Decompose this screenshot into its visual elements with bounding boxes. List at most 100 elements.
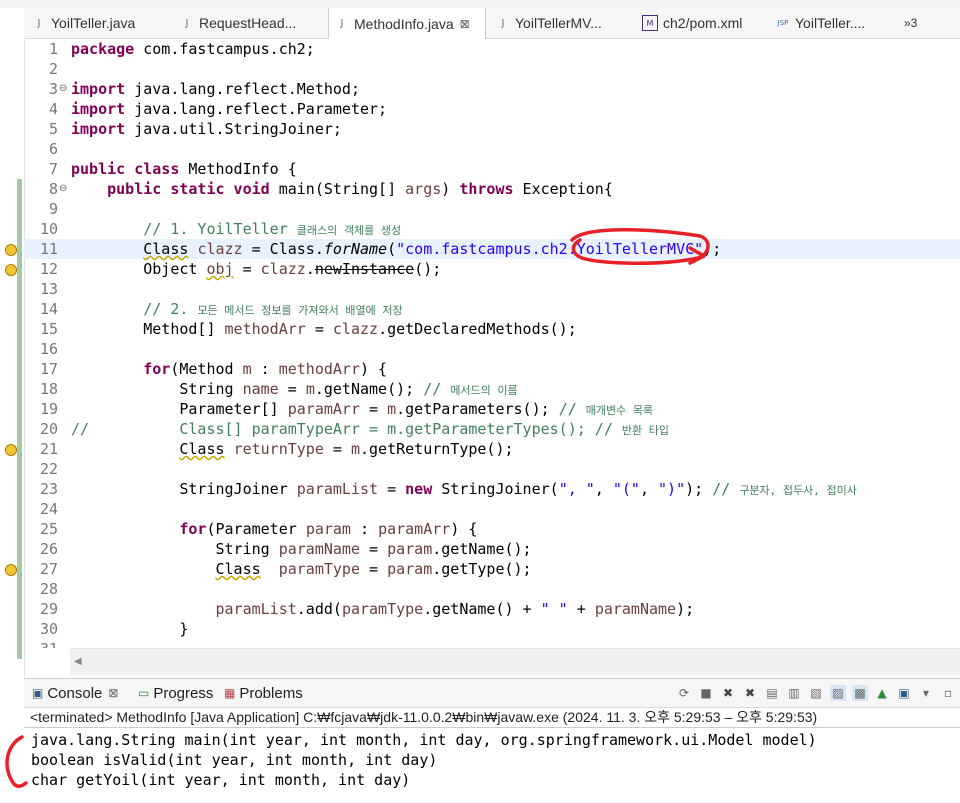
line-number: 8 bbox=[48, 180, 58, 198]
code-line[interactable]: 14 // 2. 모든 메서드 정보를 가져와서 배열에 저장 bbox=[24, 299, 960, 319]
code-line[interactable]: 7 public class MethodInfo { bbox=[24, 159, 960, 179]
code-line[interactable]: 15 Method[] methodArr = clazz.getDeclare… bbox=[24, 319, 960, 339]
line-number: 18 bbox=[39, 380, 58, 398]
scroll-lock-icon[interactable]: ▥ bbox=[786, 685, 802, 701]
code-text: // 1. YoilTeller 클래스의 객체를 생성 bbox=[143, 220, 402, 238]
code-text: Class clazz = Class.forName("com.fastcam… bbox=[143, 240, 722, 258]
code-line[interactable]: 25 for(Parameter param : paramArr) { bbox=[24, 519, 960, 539]
line-number: 11 bbox=[39, 240, 58, 258]
code-line[interactable]: 16 bbox=[24, 339, 960, 359]
line-number: 3 bbox=[48, 80, 58, 98]
code-editor[interactable]: 1 package com.fastcampus.ch2; 2 3 ⊖ import ja… bbox=[24, 38, 960, 648]
console-line: java.lang.String main(int year, int mont… bbox=[31, 731, 817, 749]
code-line[interactable]: 3 ⊖ import java.lang.reflect.Method; bbox=[24, 79, 960, 99]
tab-label: MethodInfo.java bbox=[354, 15, 454, 32]
tab-progress[interactable]: ▭ Progress bbox=[138, 682, 213, 704]
sync-icon[interactable]: ⟳ bbox=[676, 685, 692, 701]
code-line[interactable]: 20 // Class[] paramTypeArr = m.getParamet… bbox=[24, 419, 960, 439]
tab-overflow-label: »3 bbox=[904, 16, 918, 30]
show-on-stderr-icon[interactable]: ▩ bbox=[852, 685, 868, 701]
console-output[interactable]: java.lang.String main(int year, int mont… bbox=[24, 727, 960, 803]
code-line[interactable]: 11 Class clazz = Class.forName("com.fast… bbox=[24, 239, 960, 259]
code-text: String paramName = param.getName(); bbox=[71, 540, 532, 558]
problems-icon: ▦ bbox=[224, 686, 236, 700]
terminate-icon[interactable]: ■ bbox=[698, 685, 714, 701]
code-line[interactable]: 26 String paramName = param.getName(); bbox=[24, 539, 960, 559]
line-number: 10 bbox=[39, 220, 58, 238]
tab-console[interactable]: ▣ Console ⊠ bbox=[32, 682, 118, 704]
code-line[interactable]: 10 // 1. YoilTeller 클래스의 객체를 생성 bbox=[24, 219, 960, 239]
word-wrap-icon[interactable]: ▧ bbox=[808, 685, 824, 701]
jsp-file-icon: JSP bbox=[777, 19, 789, 27]
fold-toggle-icon[interactable]: ⊖ bbox=[59, 79, 67, 99]
tab-overflow-button[interactable]: »3 bbox=[904, 8, 934, 38]
code-line[interactable]: 13 bbox=[24, 279, 960, 299]
code-line[interactable]: 6 bbox=[24, 139, 960, 159]
code-text: Method[] methodArr = clazz.getDeclaredMe… bbox=[71, 320, 577, 338]
show-on-stdout-icon[interactable]: ▨ bbox=[830, 685, 846, 701]
code-line[interactable]: 12 Object obj = clazz.newInstance(); bbox=[24, 259, 960, 279]
code-line[interactable]: 5 import java.util.StringJoiner; bbox=[24, 119, 960, 139]
horizontal-scrollbar[interactable]: ◀ bbox=[70, 648, 960, 675]
code-text: import java.util.StringJoiner; bbox=[71, 120, 342, 138]
warning-icon[interactable] bbox=[5, 444, 17, 456]
line-number: 7 bbox=[48, 160, 58, 178]
java-file-icon: J bbox=[501, 17, 505, 29]
clear-console-icon[interactable]: ▤ bbox=[764, 685, 780, 701]
display-console-icon[interactable]: ▣ bbox=[896, 685, 912, 701]
code-line[interactable]: 27 Class paramType = param.getType(); bbox=[24, 559, 960, 579]
scroll-left-icon[interactable]: ◀ bbox=[74, 656, 82, 667]
tab-yoilteller-java[interactable]: J YoilTeller.java bbox=[26, 8, 166, 38]
code-line[interactable]: 30 } bbox=[24, 619, 960, 639]
new-console-icon[interactable]: ▫ bbox=[940, 685, 956, 701]
remove-launch-icon[interactable]: ✖ bbox=[720, 685, 736, 701]
console-line: boolean isValid(int year, int month, int… bbox=[31, 751, 438, 769]
code-line[interactable]: 1 package com.fastcampus.ch2; bbox=[24, 39, 960, 59]
tab-problems[interactable]: ▦ Problems bbox=[224, 682, 303, 704]
code-text: // Class[] paramTypeArr = m.getParameter… bbox=[71, 420, 669, 438]
code-line[interactable]: 29 paramList.add(paramType.getName() + "… bbox=[24, 599, 960, 619]
chevron-down-icon[interactable]: ▾ bbox=[918, 685, 934, 701]
code-line[interactable]: 24 bbox=[24, 499, 960, 519]
line-number: 17 bbox=[39, 360, 58, 378]
close-icon[interactable]: ⊠ bbox=[460, 17, 470, 31]
console-status: <terminated> MethodInfo [Java Applicatio… bbox=[30, 709, 818, 725]
code-text: Parameter[] paramArr = m.getParameters()… bbox=[71, 400, 654, 418]
code-text: paramList.add(paramType.getName() + " " … bbox=[215, 600, 695, 618]
warning-icon[interactable] bbox=[5, 244, 17, 256]
editor-tab-bar: J YoilTeller.java J RequestHead... J Met… bbox=[24, 8, 960, 39]
code-line[interactable]: 2 bbox=[24, 59, 960, 79]
warning-icon[interactable] bbox=[5, 564, 17, 576]
code-line[interactable]: 18 String name = m.getName(); // 메서드의 이름 bbox=[24, 379, 960, 399]
warning-icon[interactable] bbox=[5, 264, 17, 276]
code-line[interactable]: 31 bbox=[24, 639, 960, 648]
close-icon[interactable]: ⊠ bbox=[108, 686, 118, 700]
java-file-icon: J bbox=[340, 18, 344, 29]
line-number: 5 bbox=[48, 120, 58, 138]
code-line[interactable]: 4 import java.lang.reflect.Parameter; bbox=[24, 99, 960, 119]
tab-yoilteller-jsp[interactable]: JSP YoilTeller.... bbox=[770, 8, 900, 38]
tab-methodinfo-java[interactable]: J MethodInfo.java ⊠ bbox=[328, 8, 486, 39]
tab-label: YoilTeller.java bbox=[51, 15, 136, 31]
console-icon: ▣ bbox=[32, 686, 44, 700]
remove-all-icon[interactable]: ✖ bbox=[742, 685, 758, 701]
tab-requestheader[interactable]: J RequestHead... bbox=[174, 8, 324, 38]
tab-yoiltellermvc[interactable]: J YoilTellerMV... bbox=[490, 8, 630, 38]
code-line[interactable]: 8 ⊖ public static void main(String[] args… bbox=[24, 179, 960, 199]
tab-label: ch2/pom.xml bbox=[663, 15, 743, 31]
line-number: 20 bbox=[39, 420, 58, 438]
code-line[interactable]: 28 bbox=[24, 579, 960, 599]
code-line[interactable]: 19 Parameter[] paramArr = m.getParameter… bbox=[24, 399, 960, 419]
code-text: String name = m.getName(); // 메서드의 이름 bbox=[71, 380, 518, 398]
fold-toggle-icon[interactable]: ⊖ bbox=[59, 179, 67, 199]
line-number: 14 bbox=[39, 300, 58, 318]
line-number: 30 bbox=[39, 620, 58, 638]
code-line[interactable]: 21 Class returnType = m.getReturnType(); bbox=[24, 439, 960, 459]
tab-pom-xml[interactable]: M ch2/pom.xml bbox=[636, 8, 766, 38]
code-line[interactable]: 9 bbox=[24, 199, 960, 219]
code-line[interactable]: 23 StringJoiner paramList = new StringJo… bbox=[24, 479, 960, 499]
code-text: for(Parameter param : paramArr) { bbox=[179, 520, 478, 538]
pin-console-icon[interactable]: ▲ bbox=[874, 685, 890, 701]
code-line[interactable]: 17 for(Method m : methodArr) { bbox=[24, 359, 960, 379]
code-line[interactable]: 22 bbox=[24, 459, 960, 479]
